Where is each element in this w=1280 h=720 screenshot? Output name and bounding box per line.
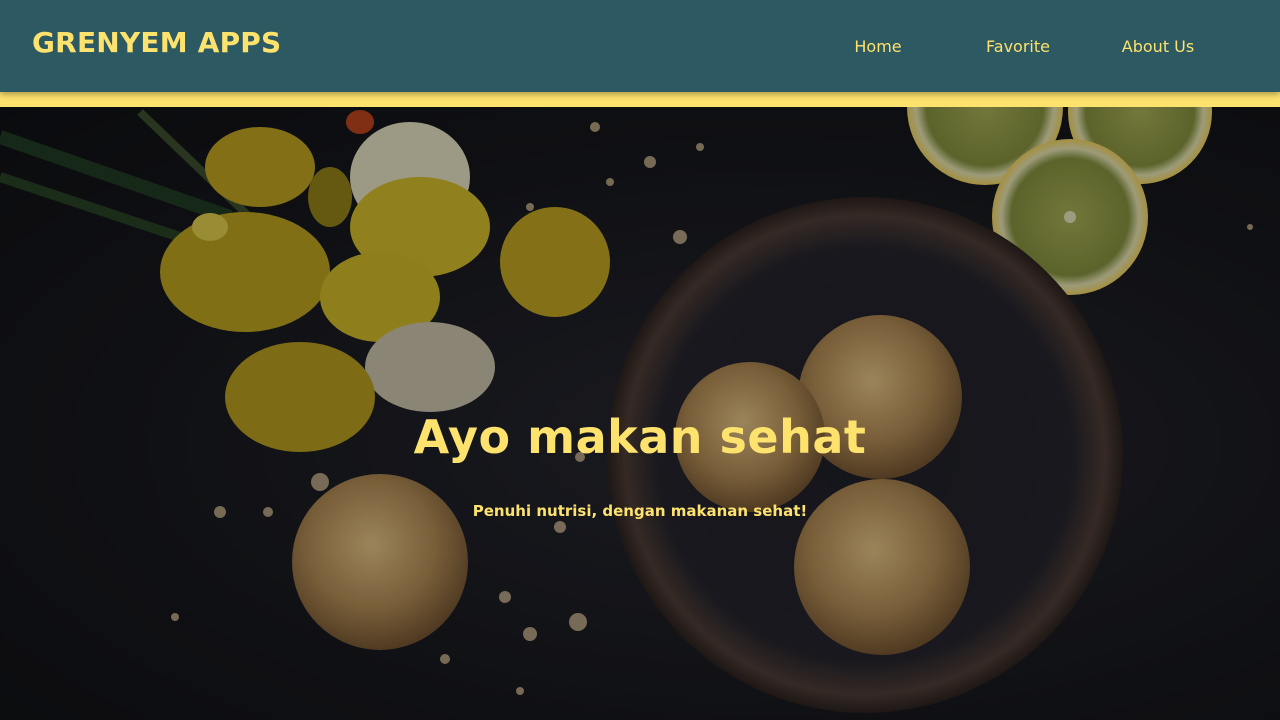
brand-logo[interactable]: GRENYEM APPS bbox=[32, 26, 281, 59]
nav-menu: Home Favorite About Us bbox=[828, 0, 1208, 92]
nav-item-about: About Us bbox=[1108, 27, 1208, 66]
hero-title: Ayo makan sehat bbox=[413, 410, 867, 464]
nav-item-favorite: Favorite bbox=[928, 27, 1108, 66]
navbar: GRENYEM APPS Home Favorite About Us bbox=[0, 0, 1280, 92]
nav-link-favorite[interactable]: Favorite bbox=[928, 27, 1108, 66]
hero-section: Ayo makan sehat Penuhi nutrisi, dengan m… bbox=[0, 107, 1280, 720]
nav-link-home[interactable]: Home bbox=[828, 27, 928, 66]
hero-subtitle: Penuhi nutrisi, dengan makanan sehat! bbox=[472, 502, 808, 520]
nav-link-about-us[interactable]: About Us bbox=[1108, 27, 1208, 66]
accent-bar bbox=[0, 92, 1280, 107]
nav-item-home: Home bbox=[828, 27, 928, 66]
